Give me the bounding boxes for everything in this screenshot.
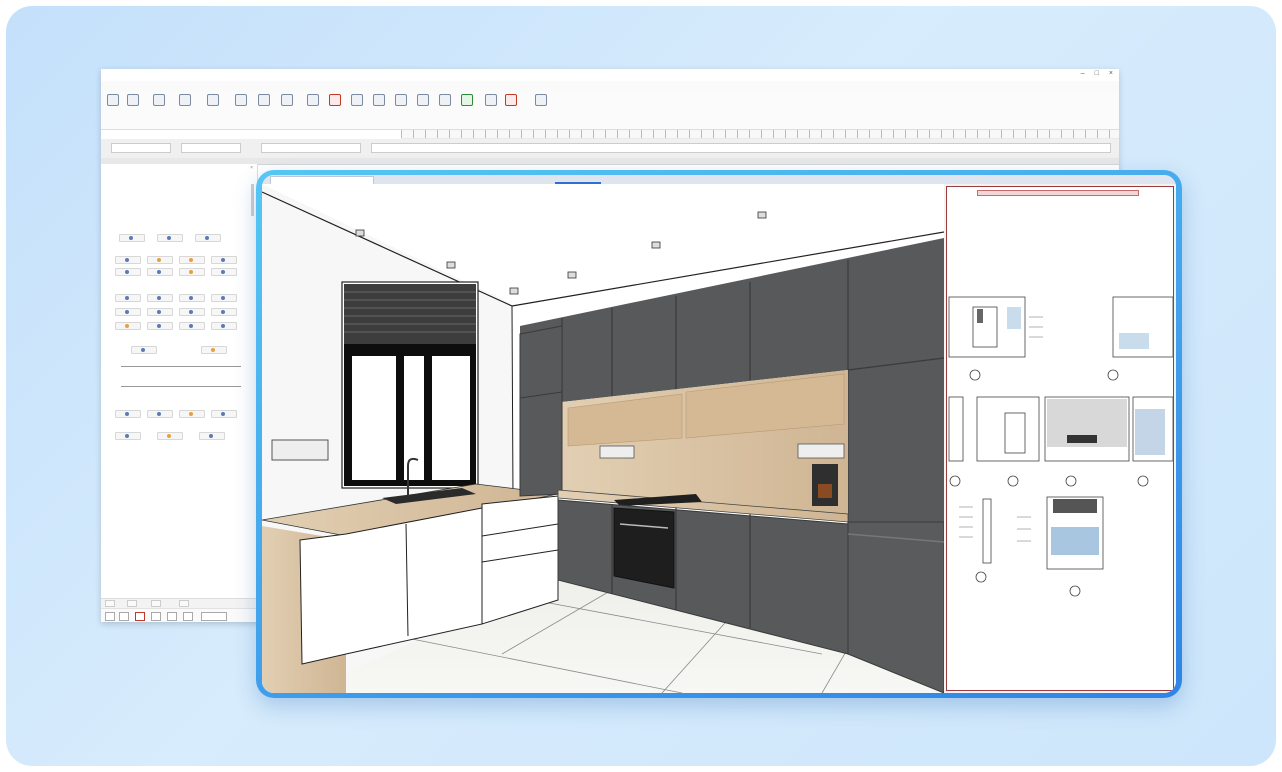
ribbon-button[interactable] xyxy=(483,94,499,106)
panel-tool-button[interactable] xyxy=(147,256,173,264)
ribbon-button[interactable] xyxy=(393,94,409,106)
status-button[interactable] xyxy=(105,612,115,621)
ribbon-button[interactable] xyxy=(305,94,321,106)
panel-tool-button[interactable] xyxy=(115,256,141,264)
panel-tool-button[interactable] xyxy=(211,256,237,264)
panel-close-icon[interactable]: × xyxy=(250,165,253,171)
window-close-icon[interactable]: × xyxy=(1109,70,1113,77)
panel-tool-button[interactable] xyxy=(211,308,237,316)
ribbon-button[interactable] xyxy=(233,94,249,106)
panel-tool-button[interactable] xyxy=(211,268,237,276)
panel-tool-button[interactable] xyxy=(179,268,205,276)
oven xyxy=(613,507,675,589)
panel-scrollbar[interactable] xyxy=(251,184,254,216)
drawing-sheet-panel[interactable] xyxy=(944,184,1176,693)
left-tool-panel: × xyxy=(101,164,258,604)
coffee-machine xyxy=(812,464,838,506)
bottom-tab[interactable] xyxy=(127,600,138,607)
panel-tool-button[interactable] xyxy=(147,410,173,418)
ribbon-button[interactable] xyxy=(371,94,387,106)
panel-tool-button[interactable] xyxy=(211,410,237,418)
panel-tool-button[interactable] xyxy=(201,346,227,354)
command-input[interactable] xyxy=(371,143,1111,153)
bottom-tab[interactable] xyxy=(105,600,116,607)
panel-tool-button[interactable] xyxy=(147,308,173,316)
panel-tool-button[interactable] xyxy=(179,410,205,418)
ribbon-button[interactable] xyxy=(459,94,475,106)
elevation-drawings xyxy=(948,296,1173,597)
panel-tool-button[interactable] xyxy=(179,308,205,316)
ribbon-button[interactable] xyxy=(533,94,549,106)
ribbon-button[interactable] xyxy=(349,94,365,106)
panel-tool-button[interactable] xyxy=(211,294,237,302)
status-button[interactable] xyxy=(135,612,145,621)
property-bar xyxy=(101,139,1119,159)
bottom-tab[interactable] xyxy=(179,600,190,607)
panel-tool-button[interactable] xyxy=(115,432,141,440)
ribbon-toolbar xyxy=(101,91,1119,130)
ribbon-button[interactable] xyxy=(415,94,431,106)
viewport-tab[interactable] xyxy=(412,176,430,183)
panel-tool-button[interactable] xyxy=(179,256,205,264)
panel-tool-button[interactable] xyxy=(195,234,221,242)
panel-tool-button[interactable] xyxy=(115,322,141,330)
3d-kitchen-view[interactable] xyxy=(262,184,944,693)
panel-slider[interactable] xyxy=(121,366,241,367)
view-select[interactable] xyxy=(261,143,361,153)
panel-slider[interactable] xyxy=(121,386,241,387)
status-view-selector[interactable] xyxy=(201,612,227,621)
panel-tool-button[interactable] xyxy=(115,294,141,302)
panel-tool-button[interactable] xyxy=(147,294,173,302)
panel-tool-button[interactable] xyxy=(157,432,183,440)
window-controls: – □ × xyxy=(1081,70,1113,77)
ribbon-button[interactable] xyxy=(177,94,193,106)
style-select[interactable] xyxy=(181,143,241,153)
window xyxy=(341,281,479,489)
ribbon-button[interactable] xyxy=(437,94,453,106)
ribbon-button[interactable] xyxy=(151,94,167,106)
kitchen-render xyxy=(262,184,944,693)
panel-tool-button[interactable] xyxy=(157,234,183,242)
window-minimize-icon[interactable]: – xyxy=(1081,70,1085,77)
featured-viewport-card xyxy=(256,170,1182,698)
panel-tool-button[interactable] xyxy=(179,322,205,330)
ribbon-button[interactable] xyxy=(279,94,295,106)
panel-tool-button[interactable] xyxy=(119,234,145,242)
ribbon-button[interactable] xyxy=(503,94,519,106)
ribbon-button[interactable] xyxy=(205,94,221,106)
window-maximize-icon[interactable]: □ xyxy=(1095,70,1099,77)
viewport-container xyxy=(262,175,1176,693)
status-button[interactable] xyxy=(167,612,177,621)
panel-tool-button[interactable] xyxy=(147,322,173,330)
wall-socket xyxy=(271,439,329,461)
viewport-tab[interactable] xyxy=(372,176,408,183)
panel-tool-button[interactable] xyxy=(179,294,205,302)
status-button[interactable] xyxy=(183,612,193,621)
panel-tool-button[interactable] xyxy=(131,346,157,354)
ribbon-button[interactable] xyxy=(105,94,121,106)
panel-tool-button[interactable] xyxy=(115,308,141,316)
status-button[interactable] xyxy=(151,612,161,621)
ribbon-button[interactable] xyxy=(256,94,272,106)
viewport-tab[interactable] xyxy=(270,176,374,184)
panel-tool-button[interactable] xyxy=(115,268,141,276)
panel-tool-button[interactable] xyxy=(211,322,237,330)
panel-tool-button[interactable] xyxy=(115,410,141,418)
bottom-tab[interactable] xyxy=(151,600,162,607)
layout-sheet xyxy=(946,186,1174,691)
panel-tool-button[interactable] xyxy=(199,432,225,440)
ribbon-button[interactable] xyxy=(125,94,141,106)
panel-tool-button[interactable] xyxy=(147,268,173,276)
status-button[interactable] xyxy=(119,612,129,621)
ribbon-button[interactable] xyxy=(327,94,343,106)
layer-select[interactable] xyxy=(111,143,171,153)
drawing-tool-strip[interactable] xyxy=(401,130,1119,139)
